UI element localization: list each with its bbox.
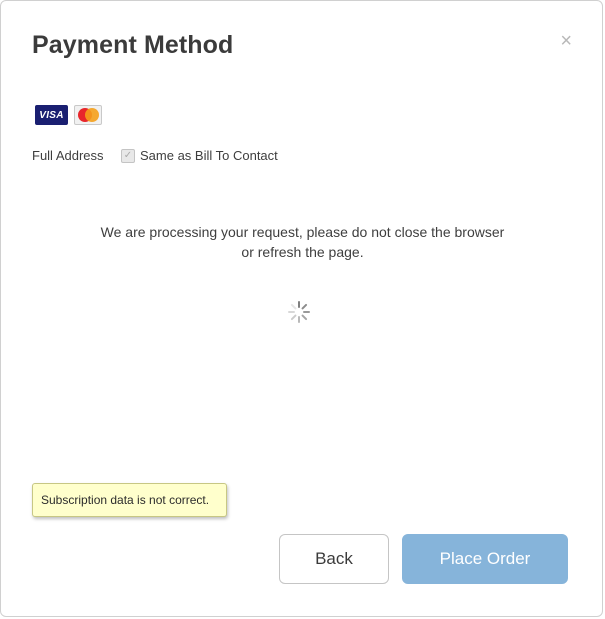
processing-message: We are processing your request, please d… bbox=[1, 222, 602, 262]
processing-message-line1: We are processing your request, please d… bbox=[100, 224, 505, 240]
place-order-button[interactable]: Place Order bbox=[402, 534, 568, 584]
processing-message-line2: or refresh the page. bbox=[241, 244, 364, 260]
full-address-row: Full Address ✓ Same as Bill To Contact bbox=[32, 148, 278, 163]
loading-spinner-icon bbox=[288, 301, 310, 323]
full-address-label: Full Address bbox=[32, 148, 104, 163]
accepted-cards: VISA bbox=[35, 105, 102, 125]
validation-tooltip: Subscription data is not correct. bbox=[32, 483, 227, 517]
back-button[interactable]: Back bbox=[279, 534, 389, 584]
mastercard-icon bbox=[74, 105, 102, 125]
same-as-bill-to-checkbox[interactable]: ✓ bbox=[121, 148, 135, 163]
close-icon[interactable]: × bbox=[560, 31, 572, 51]
modal-title: Payment Method bbox=[32, 31, 234, 59]
visa-card-icon: VISA bbox=[35, 105, 68, 125]
same-as-bill-to-label: Same as Bill To Contact bbox=[140, 148, 278, 163]
payment-method-modal: Payment Method × VISA Full Address ✓ Sam… bbox=[0, 0, 603, 617]
